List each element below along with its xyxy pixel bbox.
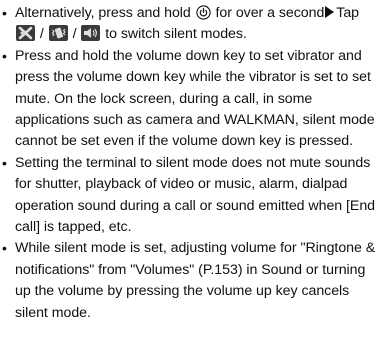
notes-list: • Alternatively, press and hold for over…	[0, 3, 381, 324]
bullet: •	[2, 47, 7, 64]
bullet: •	[2, 5, 7, 21]
note-text: for over a second	[211, 5, 325, 21]
list-item: • While silent mode is set, adjusting vo…	[0, 238, 381, 324]
note-text: /	[68, 26, 81, 43]
bullet: •	[2, 154, 7, 171]
note-text: /	[36, 26, 48, 43]
mute-icon	[16, 25, 35, 42]
power-button-icon	[195, 5, 211, 20]
vibrate-icon	[48, 25, 68, 42]
arrow-right-icon	[325, 6, 335, 18]
note-text: Press and hold the volume down key to se…	[15, 47, 375, 150]
sound-on-icon	[81, 25, 101, 42]
list-item: • Alternatively, press and hold for over…	[0, 3, 381, 46]
note-text: Setting the terminal to silent mode does…	[15, 154, 376, 236]
bullet: •	[2, 240, 7, 257]
note-text: While silent mode is set, adjusting volu…	[15, 240, 376, 321]
list-item: • Setting the terminal to silent mode do…	[0, 153, 381, 239]
note-text: Alternatively, press and hold	[15, 5, 195, 21]
manual-page: • Alternatively, press and hold for over…	[0, 3, 381, 324]
note-text: Tap	[336, 5, 360, 21]
list-item: • Press and hold the volume down key to …	[0, 46, 381, 153]
note-text: to switch silent modes.	[101, 26, 247, 43]
